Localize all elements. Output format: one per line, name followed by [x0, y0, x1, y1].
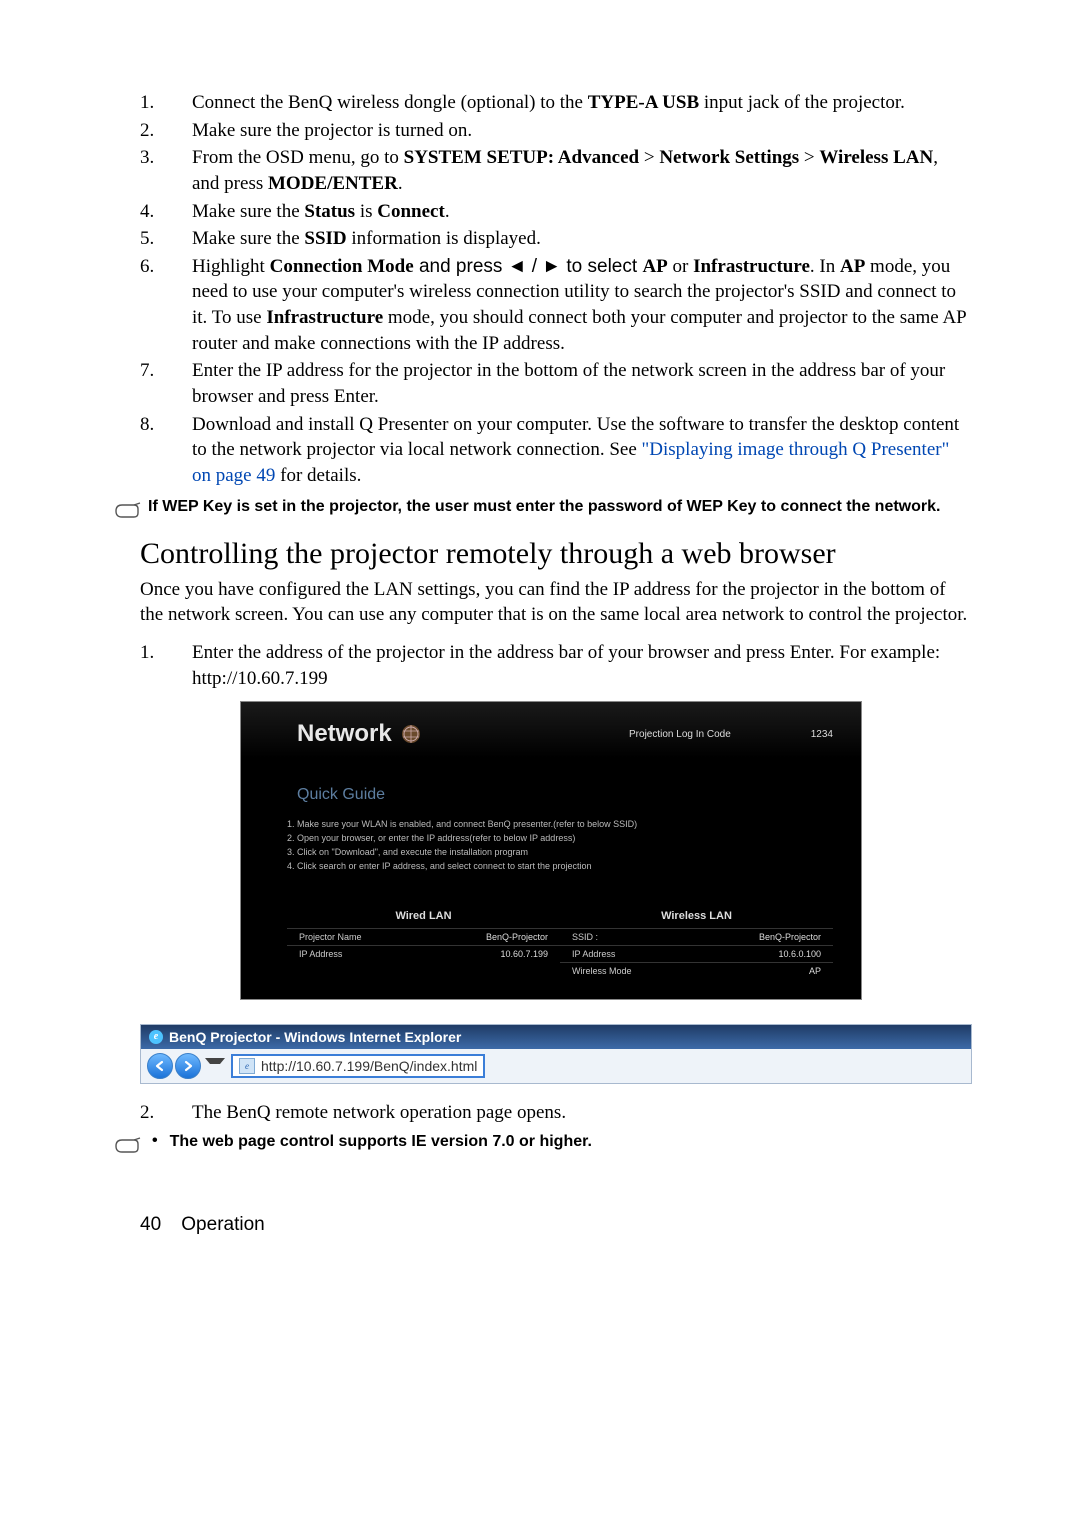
network-screenshot: Network Projection Log In Code 1234 Quic…	[240, 701, 862, 1000]
step-2: Make sure the projector is turned on.	[140, 118, 970, 144]
ie-window-screenshot: e BenQ Projector - Windows Internet Expl…	[140, 1024, 972, 1084]
address-bar[interactable]: e http://10.60.7.199/BenQ/index.html	[231, 1054, 485, 1078]
browser-step-2: The BenQ remote network operation page o…	[140, 1100, 970, 1126]
step-8: Download and install Q Presenter on your…	[140, 412, 970, 489]
login-code-box: Projection Log In Code 1234	[629, 729, 833, 740]
quick-guide-steps: 1. Make sure your WLAN is enabled, and c…	[287, 818, 833, 874]
ie-titlebar: e BenQ Projector - Windows Internet Expl…	[141, 1025, 971, 1049]
bullet-icon: •	[152, 1132, 158, 1150]
back-button[interactable]	[147, 1053, 173, 1079]
page-number: 40	[140, 1214, 176, 1236]
step-7: Enter the IP address for the projector i…	[140, 358, 970, 409]
section-heading: Controlling the projector remotely throu…	[140, 537, 970, 571]
ie-version-note: • The web page control supports IE versi…	[114, 1132, 970, 1154]
note-hand-icon	[114, 1134, 142, 1154]
wireless-lan-column: Wireless LAN SSID :BenQ-Projector IP Add…	[560, 910, 833, 979]
footer-section: Operation	[181, 1214, 264, 1235]
page-footer: 40 Operation	[140, 1214, 970, 1236]
page-icon: e	[239, 1058, 255, 1074]
browser-step-1: Enter the address of the projector in th…	[140, 640, 970, 691]
step-6: Highlight Connection Mode and press ◄ / …	[140, 254, 970, 357]
step-4: Make sure the Status is Connect.	[140, 199, 970, 225]
step-5: Make sure the SSID information is displa…	[140, 226, 970, 252]
intro-paragraph: Once you have configured the LAN setting…	[140, 577, 970, 628]
step-3: From the OSD menu, go to SYSTEM SETUP: A…	[140, 145, 970, 196]
wep-key-note: If WEP Key is set in the projector, the …	[114, 497, 970, 519]
ie-logo-icon: e	[149, 1030, 163, 1044]
browser-steps-list: Enter the address of the projector in th…	[140, 640, 970, 691]
wired-lan-column: Wired LAN Projector NameBenQ-Projector I…	[287, 910, 560, 979]
note-hand-icon	[114, 499, 142, 519]
network-logo-icon	[400, 723, 422, 745]
nav-dropdown-icon[interactable]	[205, 1058, 225, 1074]
step-1: Connect the BenQ wireless dongle (option…	[140, 90, 970, 116]
setup-steps-list: Connect the BenQ wireless dongle (option…	[140, 90, 970, 489]
network-title: Network	[297, 720, 422, 748]
quick-guide-title: Quick Guide	[297, 786, 833, 804]
forward-button[interactable]	[175, 1053, 201, 1079]
browser-steps-list-2: The BenQ remote network operation page o…	[140, 1100, 970, 1126]
